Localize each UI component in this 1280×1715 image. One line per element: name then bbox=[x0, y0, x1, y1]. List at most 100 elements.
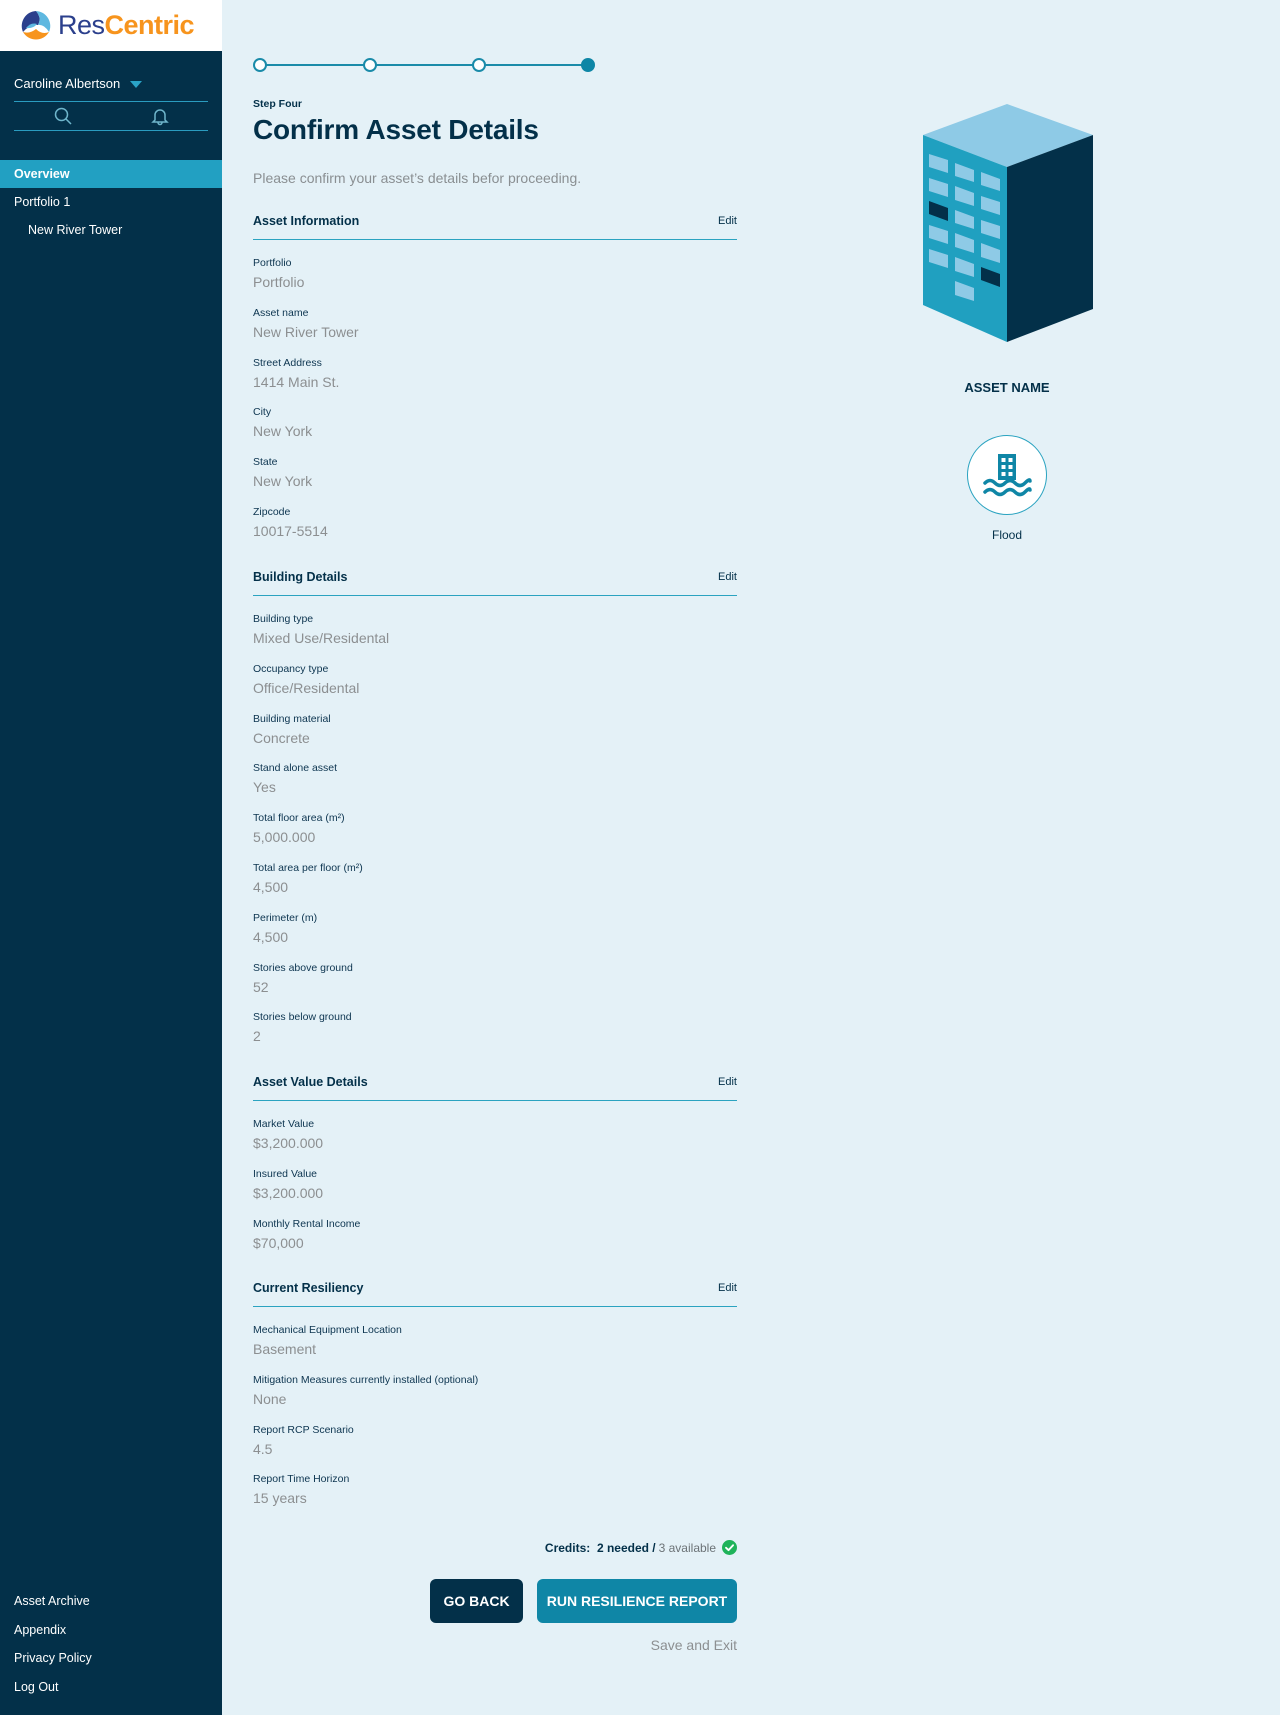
edit-asset-value-details-link[interactable]: Edit bbox=[718, 1076, 737, 1102]
flood-icon bbox=[983, 454, 1032, 497]
field-value: 10017-5514 bbox=[253, 522, 328, 539]
field-value: Office/Residental bbox=[253, 679, 360, 696]
brand-name-res: Res bbox=[58, 10, 105, 40]
sidebar-item-privacy-policy[interactable]: Privacy Policy bbox=[0, 1644, 222, 1673]
section-title: Asset Information bbox=[253, 214, 360, 228]
building-illustration-icon bbox=[923, 104, 1093, 342]
field-report-time-horizon: Report Time Horizon 15 years bbox=[253, 1470, 737, 1520]
field-value: New River Tower bbox=[253, 323, 359, 340]
rescentric-logo-icon bbox=[21, 10, 51, 41]
field-label: Building type bbox=[253, 613, 314, 625]
hazard-badge bbox=[967, 435, 1047, 515]
edit-current-resiliency-link[interactable]: Edit bbox=[718, 1282, 737, 1308]
search-icon[interactable] bbox=[53, 106, 73, 126]
section-header: Asset Value Details Edit bbox=[253, 1075, 737, 1102]
field-value: 4.5 bbox=[253, 1440, 273, 1457]
field-state: State New York bbox=[253, 453, 737, 503]
step-1-dot[interactable] bbox=[253, 58, 267, 72]
field-label: Insured Value bbox=[253, 1167, 318, 1180]
field-stories-below-ground: Stories below ground 2 bbox=[253, 1008, 737, 1058]
field-portfolio: Portfolio Portfolio bbox=[253, 254, 737, 304]
sidebar-item-new-river-tower[interactable]: New River Tower bbox=[0, 216, 222, 244]
field-label: City bbox=[253, 406, 272, 419]
field-value: None bbox=[253, 1390, 287, 1407]
field-value: 4,500 bbox=[253, 928, 289, 945]
field-stand-alone-asset: Stand alone asset Yes bbox=[253, 759, 737, 809]
section-title: Building Details bbox=[253, 570, 348, 584]
section-header: Asset Information Edit bbox=[253, 214, 737, 241]
field-building-type: Building type Mixed Use/Residental bbox=[253, 610, 737, 660]
caret-down-icon bbox=[130, 81, 143, 88]
field-perimeter: Perimeter (m) 4,500 bbox=[253, 909, 737, 959]
sidebar-item-log-out[interactable]: Log Out bbox=[0, 1673, 222, 1702]
bell-icon[interactable] bbox=[150, 106, 170, 126]
field-label: Occupancy type bbox=[253, 662, 329, 675]
sidebar-tools bbox=[14, 101, 208, 131]
section-title: Current Resiliency bbox=[253, 1281, 364, 1295]
field-label: Monthly Rental Income bbox=[253, 1217, 361, 1230]
credits-needed: 2 needed / bbox=[596, 1540, 656, 1555]
field-stories-above-ground: Stories above ground 52 bbox=[253, 959, 737, 1009]
go-back-button[interactable]: GO BACK bbox=[430, 1579, 523, 1623]
asset-name-heading: ASSET NAME bbox=[964, 380, 1050, 395]
field-zipcode: Zipcode 10017-5514 bbox=[253, 503, 737, 553]
sidebar-item-portfolio-1[interactable]: Portfolio 1 bbox=[0, 188, 222, 216]
step-2-dot[interactable] bbox=[363, 58, 377, 72]
sidebar: ResCentric Caroline Albertson Overview P… bbox=[0, 0, 222, 1715]
section-asset-information: Asset Information Edit Portfolio Portfol… bbox=[253, 214, 737, 553]
section-header: Building Details Edit bbox=[253, 570, 737, 597]
step-3-dot[interactable] bbox=[472, 58, 486, 72]
sidebar-item-appendix[interactable]: Appendix bbox=[0, 1616, 222, 1645]
field-value: 5,000.000 bbox=[253, 829, 316, 846]
field-value: Yes bbox=[253, 779, 276, 796]
field-insured-value: Insured Value $3,200.000 bbox=[253, 1165, 737, 1215]
section-current-resiliency: Current Resiliency Edit Mechanical Equip… bbox=[253, 1281, 737, 1520]
edit-asset-information-link[interactable]: Edit bbox=[718, 215, 737, 241]
edit-building-details-link[interactable]: Edit bbox=[718, 571, 737, 597]
field-value: Basement bbox=[253, 1341, 317, 1357]
field-label: Asset name bbox=[253, 306, 309, 319]
user-menu[interactable]: Caroline Albertson bbox=[0, 51, 222, 101]
field-value: 2 bbox=[253, 1028, 261, 1045]
field-monthly-rental-income: Monthly Rental Income $70,000 bbox=[253, 1215, 737, 1265]
field-total-area-per-floor: Total area per floor (m²) 4,500 bbox=[253, 859, 737, 909]
field-label: Mechanical Equipment Location bbox=[253, 1324, 402, 1336]
field-value: 15 years bbox=[253, 1490, 307, 1507]
field-label: Total floor area (m²) bbox=[253, 812, 345, 825]
field-label: State bbox=[253, 456, 278, 469]
sidebar-item-overview[interactable]: Overview bbox=[0, 160, 222, 188]
field-street-address: Street Address 1414 Main St. bbox=[253, 354, 737, 404]
logo[interactable]: ResCentric bbox=[0, 0, 222, 51]
field-value: Concrete bbox=[253, 729, 310, 746]
step-label: Step Four bbox=[253, 98, 302, 110]
page-title: Confirm Asset Details bbox=[253, 114, 539, 145]
run-resilience-report-button[interactable]: RUN RESILIENCE REPORT bbox=[537, 1579, 737, 1623]
field-value: 4,500 bbox=[253, 878, 289, 895]
field-value: $3,200.000 bbox=[253, 1135, 324, 1151]
field-value: $70,000 bbox=[253, 1234, 304, 1251]
field-label: Street Address bbox=[253, 356, 322, 369]
sidebar-nav: Overview Portfolio 1 New River Tower bbox=[0, 160, 222, 244]
field-market-value: Market Value $3,200.000 bbox=[253, 1115, 737, 1165]
field-label: Building material bbox=[253, 712, 331, 725]
sidebar-item-asset-archive[interactable]: Asset Archive bbox=[0, 1587, 222, 1616]
field-label: Total area per floor (m²) bbox=[253, 861, 363, 874]
field-occupancy-type: Occupancy type Office/Residental bbox=[253, 660, 737, 710]
field-label: Mitigation Measures currently installed … bbox=[253, 1373, 479, 1386]
field-asset-name: Asset name New River Tower bbox=[253, 304, 737, 354]
field-label: Market Value bbox=[253, 1118, 315, 1130]
field-value: 1414 Main St. bbox=[253, 373, 340, 390]
save-and-exit-link[interactable]: Save and Exit bbox=[651, 1637, 737, 1653]
sidebar-footer-nav: Asset Archive Appendix Privacy Policy Lo… bbox=[0, 1587, 222, 1701]
credits-summary: Credits: 2 needed / 3 available bbox=[253, 1540, 737, 1555]
field-label: Stories above ground bbox=[253, 961, 353, 974]
field-mechanical-equipment-location: Mechanical Equipment Location Basement bbox=[253, 1321, 737, 1371]
field-city: City New York bbox=[253, 403, 737, 453]
field-report-rcp-scenario: Report RCP Scenario 4.5 bbox=[253, 1421, 737, 1471]
field-mitigation-measures: Mitigation Measures currently installed … bbox=[253, 1371, 737, 1421]
field-total-floor-area: Total floor area (m²) 5,000.000 bbox=[253, 809, 737, 859]
hazard-label: Flood bbox=[991, 528, 1023, 542]
section-header: Current Resiliency Edit bbox=[253, 1281, 737, 1308]
step-4-dot-current[interactable] bbox=[581, 58, 595, 72]
section-title: Asset Value Details bbox=[253, 1075, 368, 1089]
